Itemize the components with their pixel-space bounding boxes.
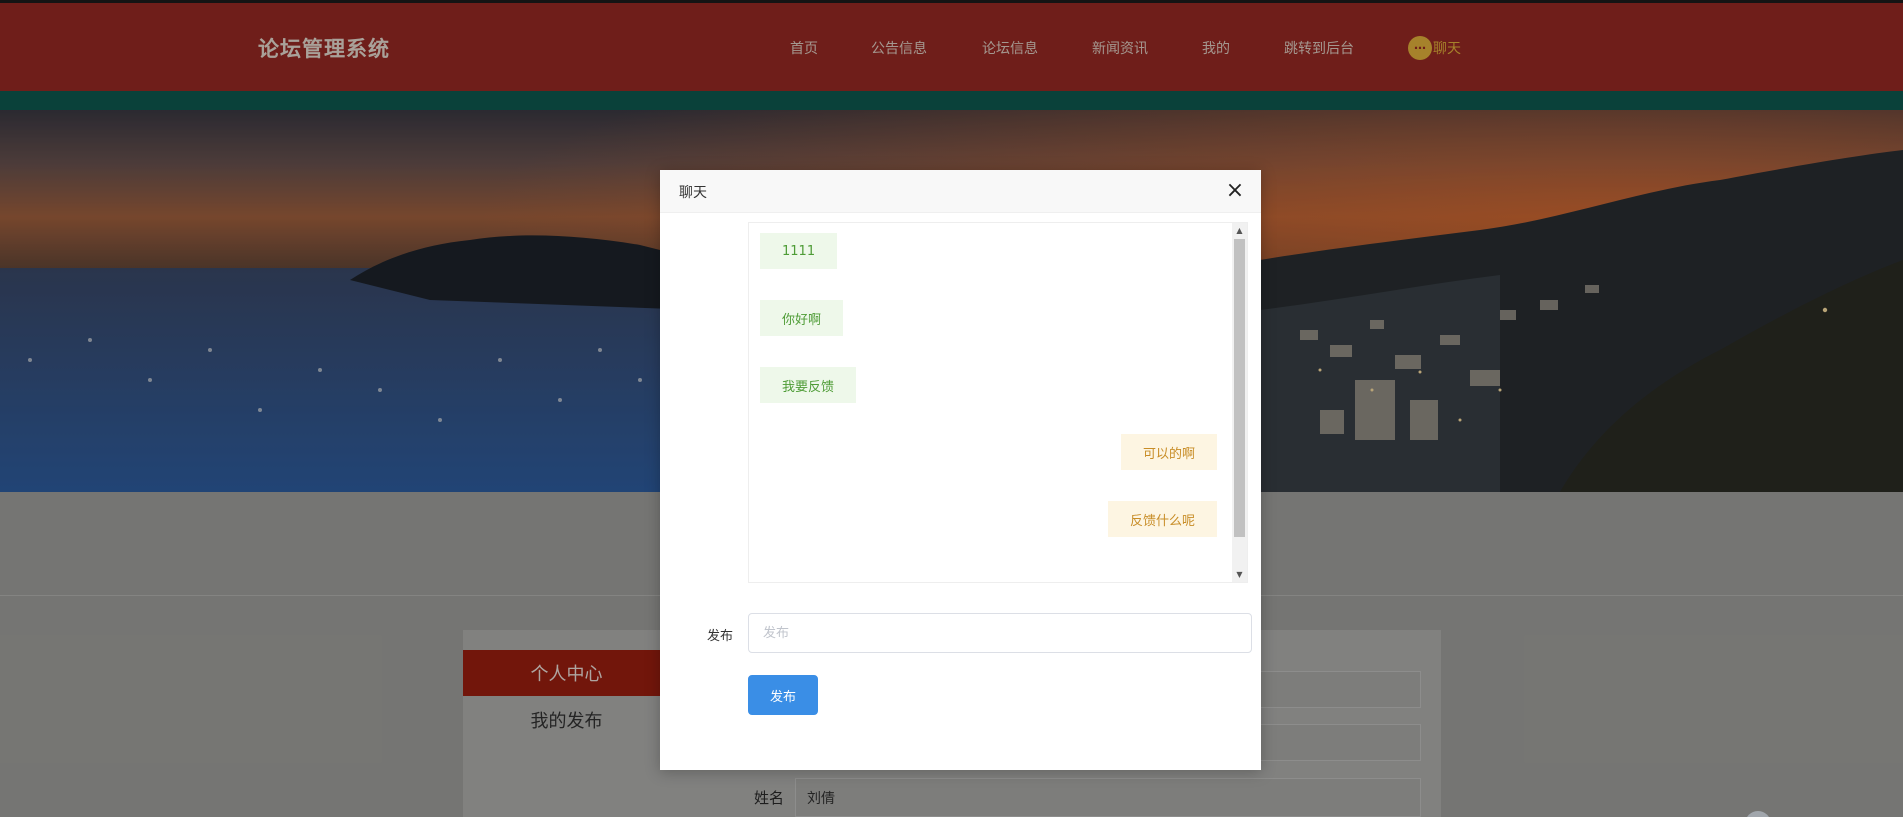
chat-dialog: 聊天 × 1111 你好啊 我要反馈 可以的啊 反馈什么呢 ▲ ▼ 发布 发布 (660, 170, 1261, 770)
message-bubble: 反馈什么呢 (1107, 501, 1217, 537)
close-icon[interactable]: × (1223, 179, 1247, 203)
message-bubble: 我要反馈 (760, 367, 857, 403)
scroll-up-icon[interactable]: ▲ (1232, 223, 1247, 238)
publish-button[interactable]: 发布 (748, 675, 818, 715)
compose-label: 发布 (707, 629, 734, 644)
message-bubble: 可以的啊 (1120, 434, 1217, 470)
message-list[interactable]: 1111 你好啊 我要反馈 可以的啊 反馈什么呢 ▲ ▼ (748, 222, 1248, 583)
compose-input[interactable] (748, 613, 1252, 653)
message-bubble: 你好啊 (760, 300, 844, 336)
dialog-header: 聊天 × (660, 170, 1261, 213)
message-bubble: 1111 (760, 233, 838, 269)
scroll-down-icon[interactable]: ▼ (1232, 567, 1247, 582)
dialog-title: 聊天 (679, 185, 707, 201)
message-scrollbar[interactable]: ▲ ▼ (1232, 223, 1247, 582)
scroll-thumb[interactable] (1234, 239, 1245, 537)
